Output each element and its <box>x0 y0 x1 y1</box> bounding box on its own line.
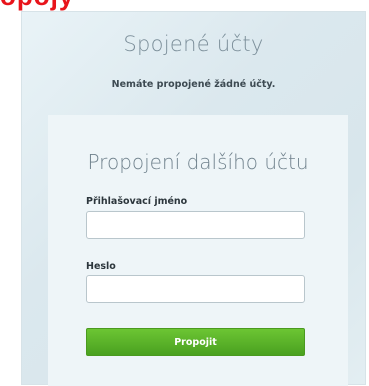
linked-accounts-title: Spojené účty <box>123 32 264 56</box>
username-input[interactable] <box>86 211 305 239</box>
username-label: Přihlašovací jméno <box>86 196 188 207</box>
password-input[interactable] <box>86 275 305 303</box>
linked-accounts-panel: Spojené účty Nemáte propojené žádné účty… <box>21 11 366 386</box>
link-account-title: Propojení dalšího účtu <box>87 150 309 174</box>
link-account-form: Propojení dalšího účtu Přihlašovací jmén… <box>48 115 348 386</box>
password-label: Heslo <box>86 261 116 272</box>
no-linked-accounts-message: Nemáte propojené žádné účty. <box>111 79 276 90</box>
link-account-button[interactable]: Propojit <box>86 328 305 356</box>
